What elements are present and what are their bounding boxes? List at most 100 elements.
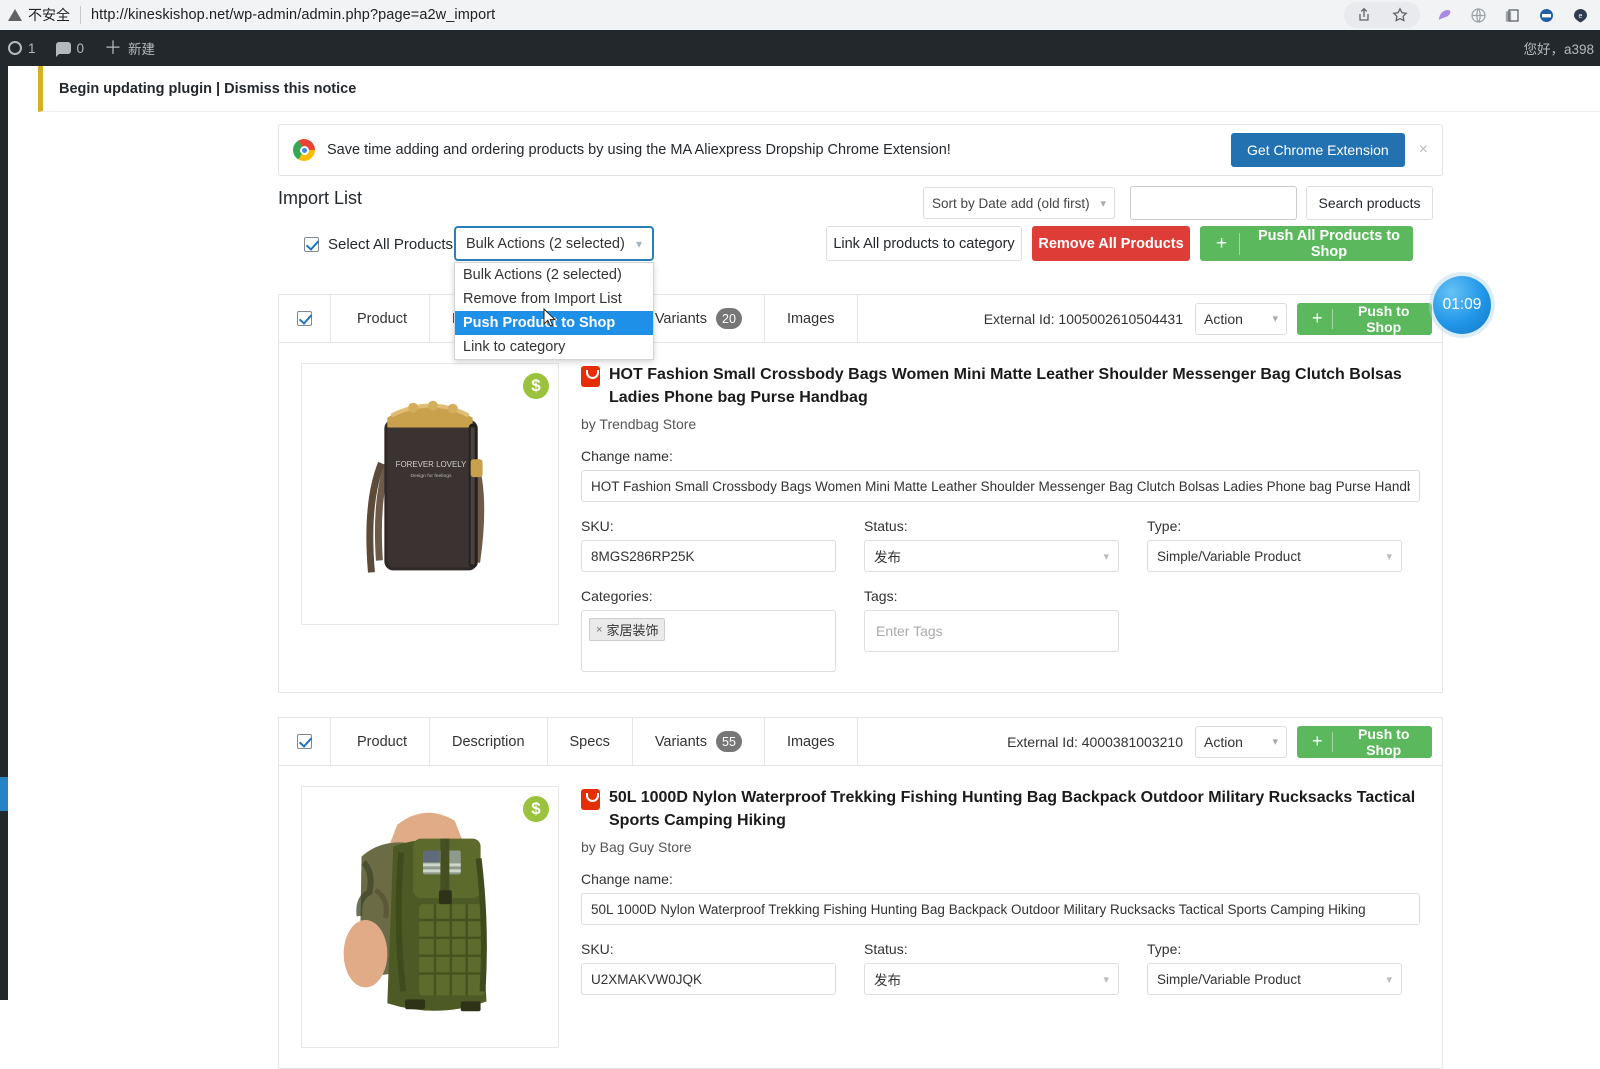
variants-count-badge: 20: [715, 308, 742, 329]
status-select[interactable]: 发布 ▾: [864, 963, 1119, 995]
tab-label: Product: [357, 310, 407, 327]
product-card-body: $ FOREVER LOVELY Design for feelings HOT…: [279, 343, 1442, 692]
tab-description[interactable]: Description: [430, 718, 548, 765]
push-to-shop-label: Push to Shop: [1358, 725, 1410, 758]
address-actions-group: [1344, 2, 1420, 28]
remove-chip-icon[interactable]: ×: [596, 624, 602, 636]
action-select[interactable]: Action ▾: [1195, 725, 1287, 758]
action-select-value: Action: [1204, 733, 1243, 750]
browser-actions: e: [1344, 2, 1600, 28]
product-card: Product Description Specs Variants 20 Im…: [278, 294, 1443, 693]
product-info: 50L 1000D Nylon Waterproof Trekking Fish…: [559, 786, 1420, 1048]
tags-input[interactable]: Enter Tags: [864, 610, 1119, 652]
external-id: External Id: 4000381003210: [1007, 733, 1183, 750]
status-select[interactable]: 发布 ▾: [864, 540, 1119, 572]
push-to-shop-button[interactable]: + Push to Shop: [1297, 302, 1432, 335]
tactical-backpack-illustration: [302, 787, 558, 1047]
admin-bar-comments[interactable]: 0: [46, 30, 95, 66]
warning-triangle-icon: [8, 9, 22, 21]
get-chrome-extension-button[interactable]: Get Chrome Extension: [1231, 133, 1405, 167]
share-icon[interactable]: [1354, 5, 1374, 25]
action-select[interactable]: Action ▾: [1195, 302, 1287, 335]
page-title: Import List: [278, 188, 363, 208]
admin-bar-greeting[interactable]: 您好，a398: [1523, 38, 1600, 58]
select-all-products[interactable]: Select All Products: [304, 236, 453, 253]
select-all-checkbox[interactable]: [304, 237, 319, 252]
tab-label: Product: [357, 733, 407, 750]
search-products-button[interactable]: Search products: [1306, 186, 1433, 220]
bulk-actions-dropdown: Bulk Actions (2 selected) ▾ Bulk Actions…: [454, 226, 654, 360]
type-label: Type:: [1147, 518, 1182, 534]
extension-dark-icon[interactable]: e: [1570, 5, 1590, 25]
bulk-option-3[interactable]: Link to category: [455, 335, 653, 359]
status-value: 发布: [874, 550, 901, 565]
extension-globe-icon[interactable]: [1468, 5, 1488, 25]
extension-purple-icon[interactable]: [1434, 5, 1454, 25]
remove-all-products-button[interactable]: Remove All Products: [1032, 226, 1190, 261]
tab-specs[interactable]: Specs: [548, 718, 633, 765]
change-name-input[interactable]: [581, 893, 1420, 925]
change-name-input[interactable]: [581, 470, 1420, 502]
link-all-products-button[interactable]: Link All products to category: [826, 226, 1022, 261]
sku-input[interactable]: [581, 540, 836, 572]
type-select[interactable]: Simple/Variable Product ▾: [1147, 540, 1402, 572]
category-chip-label: 家居装饰: [606, 623, 659, 638]
push-all-products-button[interactable]: + Push All Products to Shop: [1200, 226, 1413, 261]
admin-bar-new[interactable]: ＋ 新建: [94, 30, 165, 66]
action-select-value: Action: [1204, 310, 1243, 327]
bookmark-star-icon[interactable]: [1390, 5, 1410, 25]
svg-text:e: e: [1578, 13, 1582, 20]
plus-icon: +: [1312, 308, 1323, 328]
plus-icon: ＋: [104, 38, 123, 58]
sort-select[interactable]: Sort by Date add (old first) ▾: [923, 187, 1115, 219]
type-label: Type:: [1147, 941, 1182, 957]
comment-bubble-icon: [55, 42, 71, 57]
tab-label: Images: [786, 310, 835, 327]
sort-select-value: Sort by Date add (old first): [932, 195, 1090, 211]
bulk-actions-value: Bulk Actions (2 selected): [466, 235, 625, 252]
admin-bar-updates[interactable]: 1: [0, 30, 46, 66]
tab-images[interactable]: Images: [765, 295, 858, 342]
address-bar-url[interactable]: http://kineskishop.net/wp-admin/admin.ph…: [91, 7, 495, 23]
button-divider: [1331, 308, 1333, 329]
security-warning[interactable]: 不安全: [0, 5, 70, 25]
tab-variants[interactable]: Variants 55: [633, 718, 765, 765]
search-input[interactable]: [1130, 186, 1297, 220]
categories-input[interactable]: × 家居装饰: [581, 610, 836, 672]
aliexpress-icon: [581, 366, 600, 387]
push-to-shop-button[interactable]: + Push to Shop: [1297, 725, 1432, 758]
product-select-cell[interactable]: [279, 718, 331, 765]
plus-icon: +: [1312, 731, 1323, 751]
type-select[interactable]: Simple/Variable Product ▾: [1147, 963, 1402, 995]
product-image[interactable]: $ FOREVER LOVELY Design for feelings: [301, 363, 559, 625]
product-select-cell[interactable]: [279, 295, 331, 342]
price-dollar-badge[interactable]: $: [523, 373, 549, 399]
close-icon[interactable]: ×: [1419, 141, 1428, 159]
external-id: External Id: 1005002610504431: [983, 310, 1183, 327]
bulk-option-0[interactable]: Bulk Actions (2 selected): [455, 263, 653, 287]
tab-label: Variants: [654, 310, 707, 327]
fields-row-2: Categories: × 家居装饰 Tags: Enter Tags: [581, 572, 1420, 672]
chevron-down-icon: ▾: [1103, 973, 1109, 986]
category-chip[interactable]: × 家居装饰: [589, 618, 666, 641]
chevron-down-icon: ▾: [1103, 550, 1109, 563]
tab-product[interactable]: Product: [331, 295, 430, 342]
product-checkbox[interactable]: [297, 311, 312, 326]
extension-copy-icon[interactable]: [1502, 5, 1522, 25]
chevron-down-icon: ▾: [1386, 550, 1392, 563]
comments-count: 0: [76, 40, 85, 56]
bulk-actions-button[interactable]: Bulk Actions (2 selected) ▾: [454, 226, 654, 261]
chevron-down-icon: ▾: [1272, 313, 1278, 325]
session-timer-badge[interactable]: 01:09: [1433, 276, 1491, 334]
product-title-row: 50L 1000D Nylon Waterproof Trekking Fish…: [581, 786, 1420, 832]
product-checkbox[interactable]: [297, 734, 312, 749]
sku-input[interactable]: [581, 963, 836, 995]
product-image[interactable]: $: [301, 786, 559, 1048]
notice-text[interactable]: Begin updating plugin | Dismiss this not…: [59, 81, 356, 97]
extension-blue-icon[interactable]: [1536, 5, 1556, 25]
tab-product[interactable]: Product: [331, 718, 430, 765]
tab-images[interactable]: Images: [765, 718, 858, 765]
toolbar-divider: [80, 6, 81, 24]
sku-label: SKU:: [581, 941, 614, 957]
price-dollar-badge[interactable]: $: [523, 796, 549, 822]
